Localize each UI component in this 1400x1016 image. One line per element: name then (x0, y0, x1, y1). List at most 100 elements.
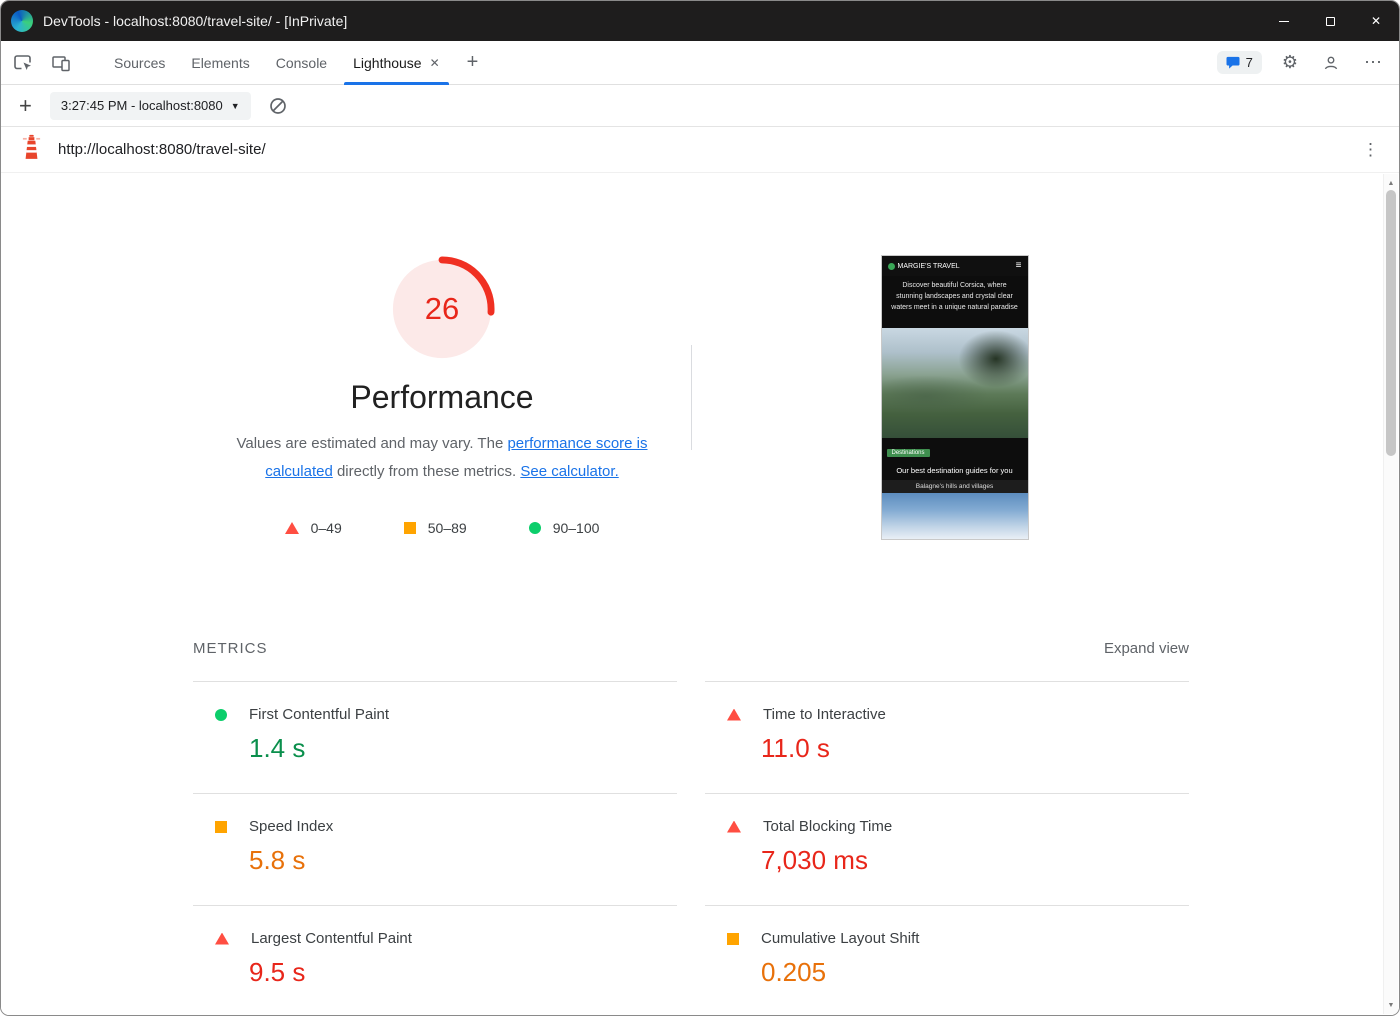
thumbnail-caption: Balagne's hills and villages (881, 480, 1028, 493)
lighthouse-logo-icon (21, 134, 42, 165)
window-controls: ✕ (1261, 1, 1399, 41)
edge-inprivate-icon (11, 10, 33, 32)
report-selector-dropdown[interactable]: 3:27:45 PM - localhost:8080 ▼ (49, 91, 251, 120)
metric-value: 0.205 (761, 957, 827, 987)
metric-name: Time to Interactive (763, 706, 886, 723)
issues-badge[interactable]: 7 (1216, 51, 1262, 74)
report-header: http://localhost:8080/travel-site/ ⋮ (1, 127, 1399, 173)
minimize-button[interactable] (1261, 1, 1307, 41)
new-report-icon[interactable]: + (15, 89, 36, 123)
scrollbar-thumb[interactable] (1386, 190, 1396, 456)
metric-name: Speed Index (249, 818, 334, 835)
metric-largest-contentful-paint[interactable]: Largest Contentful Paint 9.5 s (193, 905, 677, 1015)
metric-time-to-interactive[interactable]: Time to Interactive 11.0 s (705, 681, 1189, 793)
page-screenshot-thumbnail: MARGIE'S TRAVEL ≡ Discover beautiful Cor… (880, 255, 1029, 540)
see-calculator-link[interactable]: See calculator. (520, 463, 618, 480)
site-name: MARGIE'S TRAVEL (897, 262, 960, 270)
metric-value: 7,030 ms (761, 845, 868, 875)
score-section: 26 Performance Values are estimated and … (193, 255, 1189, 540)
metric-rating-icon (727, 932, 739, 945)
scroll-up-icon[interactable]: ▲ (1384, 176, 1398, 190)
tab-label: Lighthouse (353, 54, 422, 71)
maximize-icon (1325, 16, 1335, 26)
hamburger-icon: ≡ (1015, 260, 1022, 271)
report-url: http://localhost:8080/travel-site/ (58, 141, 266, 158)
metric-rating-icon (215, 820, 227, 833)
thumbnail-site-header: MARGIE'S TRAVEL ≡ (881, 256, 1028, 276)
metrics-grid: First Contentful Paint 1.4 s Time to Int… (193, 681, 1189, 1015)
devtools-right-icons: 7 ⚙ ⋯ (1216, 48, 1387, 77)
legend-average-range: 50–89 (403, 520, 467, 536)
metric-rating-icon (727, 820, 741, 833)
report-menu-icon[interactable]: ⋮ (1358, 136, 1383, 164)
thumbnail-hero-text: Discover beautiful Corsica, where stunni… (881, 276, 1028, 328)
minimize-icon (1279, 20, 1289, 22)
legend-label: 50–89 (427, 520, 467, 536)
performance-score-gauge[interactable]: 26 (388, 255, 496, 363)
category-title: Performance (350, 379, 534, 415)
landscape-photo (881, 328, 1028, 438)
metric-rating-icon (727, 708, 741, 721)
titlebar: DevTools - localhost:8080/travel-site/ -… (1, 1, 1399, 41)
devtools-toolbar: Sources Elements Console Lighthouse ✕ + … (1, 41, 1399, 85)
expand-view-button[interactable]: Expand view (1104, 640, 1189, 657)
metric-cumulative-layout-shift[interactable]: Cumulative Layout Shift 0.205 (705, 905, 1189, 1015)
tab-console[interactable]: Console (263, 41, 340, 85)
metric-name: Total Blocking Time (763, 818, 893, 835)
performance-score: 26 (424, 291, 460, 326)
fail-triangle-icon (284, 522, 299, 534)
maximize-button[interactable] (1307, 1, 1353, 41)
metric-value: 11.0 s (761, 733, 830, 763)
tab-lighthouse[interactable]: Lighthouse ✕ (340, 41, 453, 85)
window-title: DevTools - localhost:8080/travel-site/ -… (43, 13, 348, 29)
tab-label: Console (275, 54, 328, 71)
more-options-icon[interactable]: ⋯ (1360, 48, 1387, 77)
device-toolbar-icon[interactable] (47, 49, 75, 77)
thumbnail-badge-row: Destinations (881, 438, 1028, 462)
titlebar-left: DevTools - localhost:8080/travel-site/ -… (1, 10, 347, 32)
metrics-header: METRICS Expand view (193, 640, 1189, 657)
metrics-section-title: METRICS (193, 640, 268, 657)
lighthouse-report: 26 Performance Values are estimated and … (1, 173, 1399, 1015)
score-legend: 0–49 50–89 90–100 (284, 520, 599, 536)
inspect-icon[interactable] (9, 49, 37, 77)
site-logo-icon (887, 262, 895, 270)
metric-first-contentful-paint[interactable]: First Contentful Paint 1.4 s (193, 681, 677, 793)
account-icon[interactable] (1318, 50, 1344, 76)
tab-elements[interactable]: Elements (178, 41, 262, 85)
description-text: Values are estimated and may vary. The (236, 435, 508, 452)
legend-label: 0–49 (310, 520, 342, 536)
scroll-down-icon[interactable]: ▼ (1384, 998, 1398, 1012)
devtools-tool-icons (9, 49, 75, 77)
tab-label: Elements (191, 54, 250, 71)
destinations-badge: Destinations (886, 449, 930, 457)
tab-sources[interactable]: Sources (101, 41, 178, 85)
report-selector-value: 3:27:45 PM - localhost:8080 (60, 98, 223, 113)
metric-value: 5.8 s (249, 845, 306, 875)
metric-value: 9.5 s (249, 957, 306, 987)
sky-photo (881, 493, 1028, 539)
dropdown-caret-icon: ▼ (230, 100, 240, 111)
metric-name: First Contentful Paint (249, 706, 390, 723)
more-tabs-icon[interactable]: + (463, 47, 483, 78)
thumbnail-subtitle: Our best destination guides for you (881, 462, 1028, 480)
metric-speed-index[interactable]: Speed Index 5.8 s (193, 793, 677, 905)
metric-value: 1.4 s (249, 733, 306, 763)
description-text: directly from these metrics. (332, 463, 521, 480)
metric-rating-icon (215, 932, 229, 945)
scrollbar[interactable]: ▲ ▼ (1383, 174, 1398, 1014)
pass-circle-icon (528, 522, 541, 534)
close-tab-icon[interactable]: ✕ (430, 56, 440, 70)
devtools-tabs: Sources Elements Console Lighthouse ✕ + (101, 41, 482, 85)
metric-name: Largest Contentful Paint (251, 930, 412, 947)
legend-fail-range: 0–49 (284, 520, 342, 536)
clear-reports-icon[interactable] (265, 93, 291, 119)
close-button[interactable]: ✕ (1353, 1, 1399, 41)
metric-name: Cumulative Layout Shift (761, 930, 920, 947)
score-description: Values are estimated and may vary. The p… (216, 430, 668, 486)
metric-total-blocking-time[interactable]: Total Blocking Time 7,030 ms (705, 793, 1189, 905)
legend-pass-range: 90–100 (528, 520, 599, 536)
issues-count: 7 (1245, 55, 1253, 70)
settings-gear-icon[interactable]: ⚙ (1278, 48, 1302, 77)
devtools-window: DevTools - localhost:8080/travel-site/ -… (0, 0, 1400, 1016)
